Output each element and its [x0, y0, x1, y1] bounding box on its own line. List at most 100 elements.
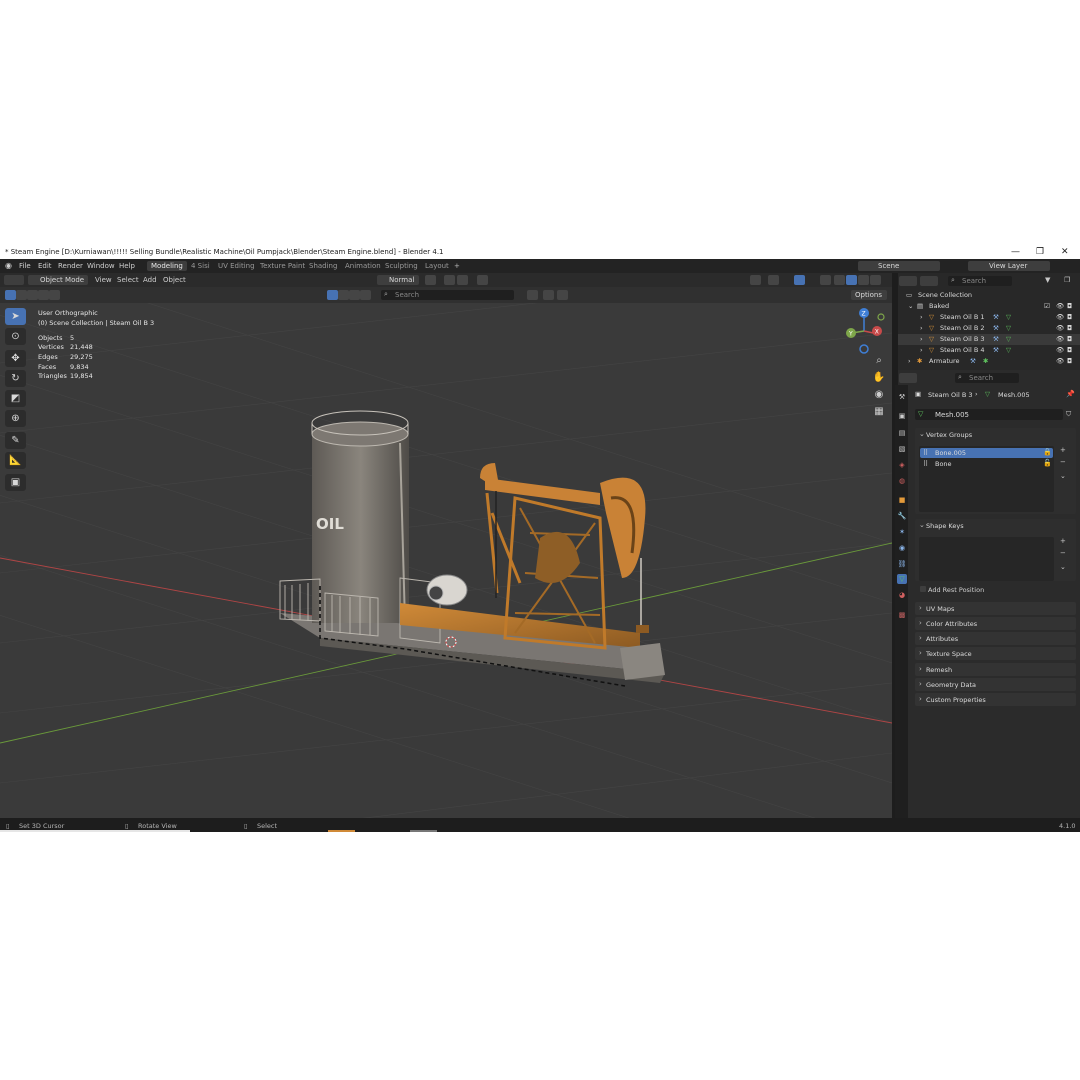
chevron-right-icon[interactable]: › [908, 357, 911, 365]
transform-tool[interactable]: ⊕ [5, 410, 26, 427]
chevron-down-icon[interactable]: ⌄ [1060, 472, 1066, 480]
tab-4-sisi[interactable]: 4 Sisi [187, 261, 214, 271]
camera-icon[interactable]: ◘ [1067, 302, 1072, 310]
add-vertex-group-icon[interactable]: + [1060, 446, 1066, 454]
outliner-item-steam-oil-b-3[interactable]: › ▽ Steam Oil B 3 ⚒ ▽ 👁 ◘ [898, 334, 1080, 345]
chevron-right-icon[interactable]: › [920, 335, 923, 343]
navigation-gizmo[interactable]: Z X Y [846, 308, 885, 354]
pumpjack-model[interactable]: OIL [279, 410, 665, 687]
measure-tool[interactable]: 📐 [5, 452, 26, 469]
geometry-data-panel[interactable]: › Geometry Data [915, 678, 1076, 691]
minimize-button[interactable]: — [1011, 247, 1020, 257]
custom-properties-panel[interactable]: › Custom Properties [915, 693, 1076, 706]
select-box-tool[interactable]: ➤ [5, 308, 26, 325]
tab-shading[interactable]: Shading [305, 261, 341, 271]
proportional-edit-icon[interactable] [477, 275, 488, 285]
chevron-right-icon[interactable]: › [920, 313, 923, 321]
remesh-panel[interactable]: › Remesh [915, 663, 1076, 676]
overlay-toggle-icon[interactable] [794, 275, 805, 285]
eye-icon[interactable]: 👁 [1056, 324, 1064, 332]
render-tab-icon[interactable]: ▣ [897, 411, 907, 421]
chevron-right-icon[interactable]: › [920, 346, 923, 354]
new-collection-icon[interactable]: ❐ [1064, 276, 1070, 284]
output-tab-icon[interactable]: ▤ [897, 428, 907, 438]
viewport-menu-select[interactable]: Select [117, 276, 139, 284]
gizmo-neg-y[interactable] [877, 313, 885, 321]
tab-texture-paint[interactable]: Texture Paint [256, 261, 309, 271]
close-button[interactable]: ✕ [1061, 247, 1069, 257]
mode-dropdown[interactable]: Object Mode [28, 275, 88, 285]
filter-icon[interactable]: ▼ [1045, 276, 1050, 284]
tab-animation[interactable]: Animation [341, 261, 385, 271]
vertex-group-item-selected[interactable]: ⠿ Bone.005 🔒 [920, 448, 1053, 458]
object-tab-icon[interactable]: ■ [897, 495, 907, 505]
filter-mesh-icon[interactable] [327, 290, 338, 300]
chevron-down-icon[interactable]: ⌄ [919, 430, 925, 438]
texture-tab-icon[interactable]: ▩ [897, 610, 907, 620]
outliner-editor-type[interactable] [899, 276, 917, 286]
view-layer-selector[interactable]: View Layer [968, 261, 1050, 271]
camera-view-icon[interactable]: ◉ [872, 388, 886, 402]
cursor-tool[interactable]: ⊙ [5, 328, 26, 345]
fake-user-shield-icon[interactable]: ⛉ [1066, 410, 1071, 419]
shading-rendered-icon[interactable] [870, 275, 881, 285]
annotate-tool[interactable]: ✎ [5, 432, 26, 449]
camera-icon[interactable]: ◘ [1067, 324, 1072, 332]
menu-render[interactable]: Render [58, 262, 83, 270]
visibility-icon[interactable] [750, 275, 761, 285]
add-workspace-button[interactable]: + [450, 261, 464, 271]
shading-wireframe-icon[interactable] [834, 275, 845, 285]
filter-camera-icon[interactable] [360, 290, 371, 300]
eye-icon[interactable]: 👁 [1056, 302, 1064, 310]
modifiers-tab-icon[interactable]: 🔧 [897, 511, 907, 521]
checkbox-box[interactable] [920, 586, 926, 592]
move-tool[interactable]: ✥ [5, 350, 26, 367]
camera-icon[interactable]: ◘ [1067, 346, 1072, 354]
outliner-display-mode[interactable] [920, 276, 938, 286]
viewport-menu-add[interactable]: Add [143, 276, 157, 284]
pan-hand-icon[interactable]: ✋ [872, 371, 886, 385]
pin-icon[interactable]: 📌 [1066, 390, 1075, 398]
editor-type-button[interactable] [4, 275, 24, 285]
menu-edit[interactable]: Edit [38, 262, 52, 270]
zoom-icon[interactable]: ⌕ [872, 354, 886, 368]
chevron-down-icon[interactable]: ⌄ [908, 302, 913, 310]
view-layer-tab-icon[interactable]: ▧ [897, 444, 907, 454]
tab-modeling[interactable]: Modeling [147, 261, 187, 271]
select-mode-intersect-icon[interactable] [38, 290, 49, 300]
physics-tab-icon[interactable]: ◉ [897, 543, 907, 553]
shape-keys-title[interactable]: Shape Keys [926, 522, 964, 530]
rotate-tool[interactable]: ↻ [5, 370, 26, 387]
remove-shape-key-icon[interactable]: − [1060, 549, 1066, 557]
camera-icon[interactable]: ◘ [1067, 357, 1072, 365]
mesh-name-field[interactable]: ▽ Mesh.005 [915, 409, 1063, 420]
xray-toggle-icon[interactable] [820, 275, 831, 285]
tool-tab-icon[interactable]: ⚒ [897, 392, 907, 402]
remove-vertex-group-icon[interactable]: − [1060, 458, 1066, 466]
bookmark-icon[interactable] [527, 290, 538, 300]
filter-icon[interactable] [557, 290, 568, 300]
viewport-menu-object[interactable]: Object [163, 276, 186, 284]
tab-layout[interactable]: Layout [421, 261, 453, 271]
gizmo-neg-z[interactable] [859, 344, 869, 354]
eye-icon[interactable]: 👁 [1056, 357, 1064, 365]
menu-window[interactable]: Window [87, 262, 115, 270]
vertex-group-item[interactable]: ⠿ Bone 🔓 [920, 459, 1053, 469]
shading-material-icon[interactable] [858, 275, 869, 285]
uv-maps-panel[interactable]: › UV Maps [915, 602, 1076, 615]
viewport-menu-view[interactable]: View [95, 276, 112, 284]
3d-viewport[interactable]: OIL Z X Y [0, 303, 892, 818]
properties-editor-type[interactable] [899, 373, 917, 383]
color-attributes-panel[interactable]: › Color Attributes [915, 617, 1076, 630]
snap-target-icon[interactable] [457, 275, 468, 285]
pin-icon[interactable] [543, 290, 554, 300]
tab-sculpting[interactable]: Sculpting [381, 261, 422, 271]
camera-icon[interactable]: ◘ [1067, 335, 1072, 343]
outliner-item-steam-oil-b-2[interactable]: › ▽ Steam Oil B 2 ⚒ ▽ 👁 ◘ [898, 323, 1080, 334]
transform-orientation-dropdown[interactable]: Normal [377, 275, 419, 285]
constraints-tab-icon[interactable]: ⛓ [897, 559, 907, 569]
outliner-item-steam-oil-b-4[interactable]: › ▽ Steam Oil B 4 ⚒ ▽ 👁 ◘ [898, 345, 1080, 356]
scene-tab-icon[interactable]: ◈ [897, 460, 907, 470]
outliner-item-steam-oil-b-1[interactable]: › ▽ Steam Oil B 1 ⚒ ▽ 👁 ◘ [898, 312, 1080, 323]
select-mode-extend-icon[interactable] [16, 290, 27, 300]
